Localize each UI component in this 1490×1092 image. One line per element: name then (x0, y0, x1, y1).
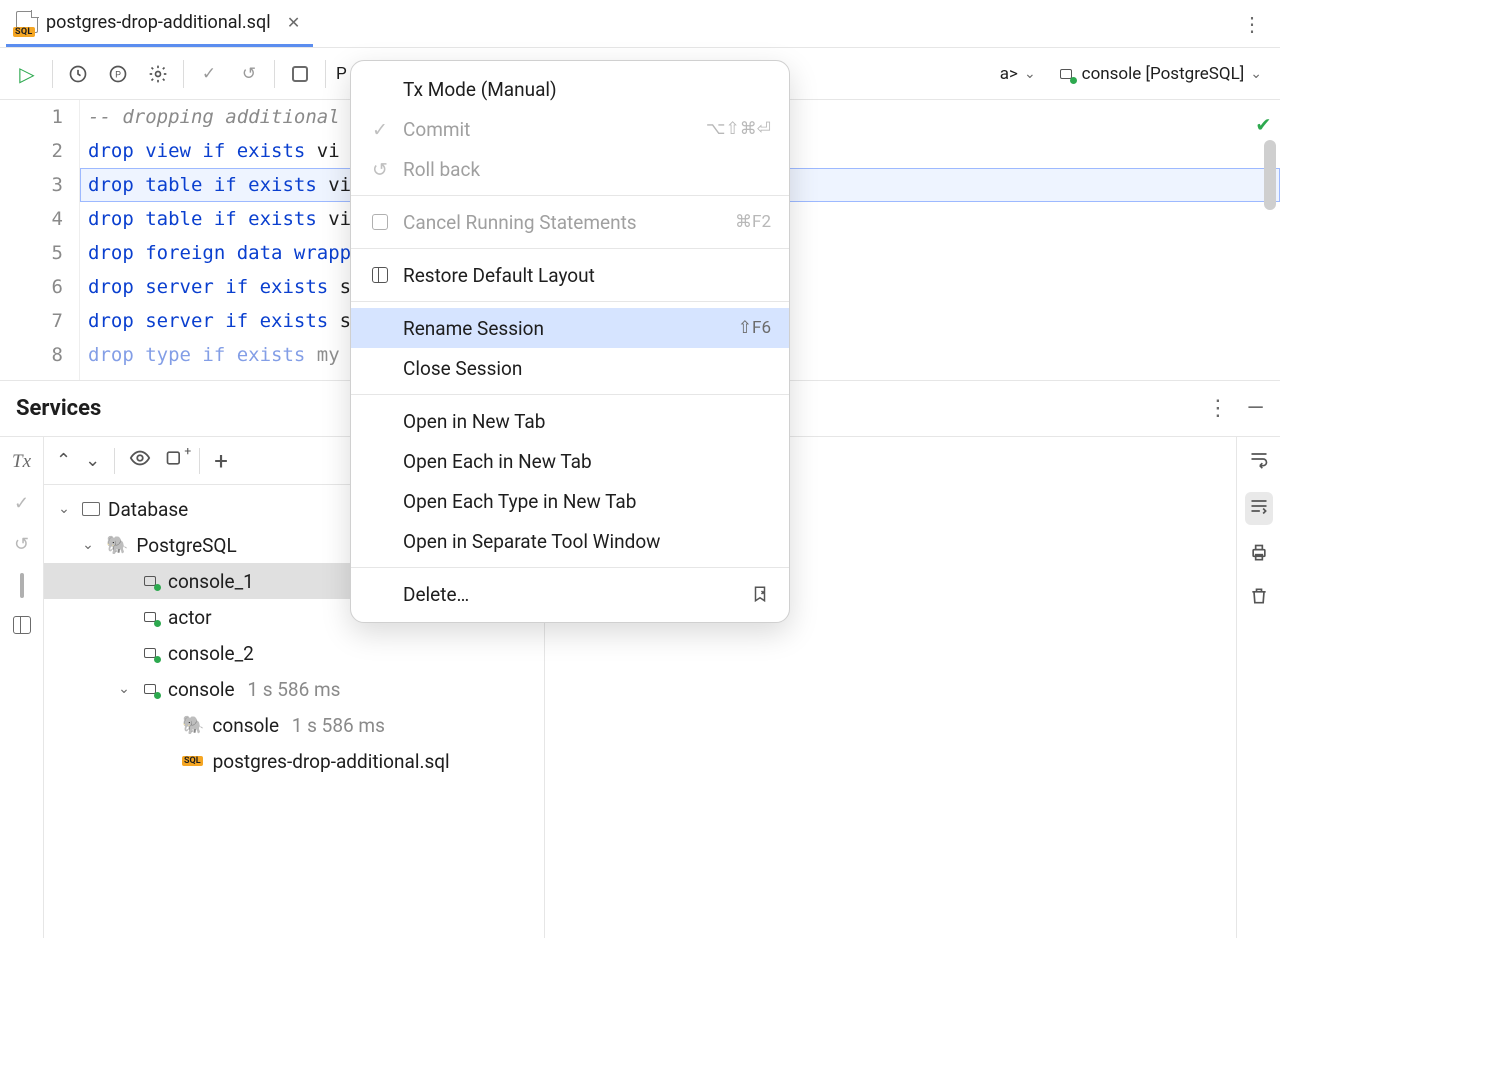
tx-mode-icon[interactable]: Tx (12, 451, 31, 473)
datasource-plug-icon (142, 680, 160, 698)
scroll-to-end-icon[interactable] (1245, 492, 1273, 525)
menu-restore-layout[interactable]: Restore Default Layout (351, 255, 789, 295)
soft-wrap-icon[interactable] (1249, 449, 1269, 474)
services-left-rail: Tx ✓ ↻ (0, 437, 44, 938)
services-options-icon[interactable]: ⋮ (1207, 396, 1229, 421)
settings-gear-icon[interactable] (143, 59, 173, 89)
clear-all-icon[interactable] (1249, 586, 1269, 611)
editor-scrollbar[interactable] (1264, 140, 1276, 210)
menu-open-separate-window[interactable]: Open in Separate Tool Window (351, 521, 789, 561)
stop-icon[interactable] (20, 575, 24, 596)
chevron-down-icon: ⌄ (1250, 66, 1262, 82)
stop-icon[interactable] (285, 59, 315, 89)
postgresql-icon: 🐘 (106, 535, 128, 556)
datasource-plug-icon (142, 644, 160, 662)
datasource-plug-icon (1058, 65, 1076, 83)
tab-filename: postgres-drop-additional.sql (46, 12, 271, 33)
menu-close-session[interactable]: Close Session (351, 348, 789, 388)
new-session-icon[interactable]: + (165, 448, 185, 473)
session-context-menu: Tx Mode (Manual) ✓Commit ⌥⇧⌘⏎ ↺Roll back… (350, 60, 790, 623)
svg-text:P: P (115, 70, 121, 80)
menu-open-new-tab[interactable]: Open in New Tab (351, 401, 789, 441)
history-icon[interactable] (63, 59, 93, 89)
expand-all-icon[interactable]: ⌃ (56, 450, 71, 471)
editor-gutter: 12345678 (0, 100, 80, 380)
schema-dropdown[interactable]: a> ⌄ (994, 64, 1042, 84)
layout-icon[interactable] (13, 616, 31, 634)
menu-open-each-new-tab[interactable]: Open Each in New Tab (351, 441, 789, 481)
commit-check-icon[interactable]: ✓ (194, 59, 224, 89)
close-tab-icon[interactable]: ✕ (285, 13, 303, 31)
playground-icon[interactable]: P (103, 59, 133, 89)
collapse-all-icon[interactable]: ⌄ (85, 450, 100, 471)
tree-row[interactable]: console_2 (44, 635, 544, 671)
editor-tab[interactable]: SQL postgres-drop-additional.sql ✕ (6, 0, 313, 47)
menu-open-each-type-new-tab[interactable]: Open Each Type in New Tab (351, 481, 789, 521)
inspection-ok-icon[interactable]: ✔ (1257, 108, 1270, 142)
services-hide-icon[interactable]: — (1247, 396, 1264, 421)
delete-bookmark-icon (749, 585, 771, 603)
menu-commit: ✓Commit ⌥⇧⌘⏎ (351, 109, 789, 149)
chevron-down-icon: ⌄ (1024, 66, 1036, 82)
rollback-undo-icon[interactable]: ↺ (234, 59, 264, 89)
menu-delete[interactable]: Delete… (351, 574, 789, 614)
console-session-dropdown[interactable]: console [PostgreSQL] ⌄ (1052, 64, 1268, 84)
run-icon[interactable]: ▷ (12, 59, 42, 89)
tree-row[interactable]: ⌄console 1 s 586 ms (44, 671, 544, 707)
sql-file-icon: SQL (182, 756, 203, 766)
menu-rollback: ↺Roll back (351, 149, 789, 189)
editor-tabbar: SQL postgres-drop-additional.sql ✕ ⋮ (0, 0, 1280, 48)
sql-file-icon: SQL (16, 11, 38, 33)
folder-icon (82, 502, 100, 516)
postgresql-icon: 🐘 (182, 715, 204, 736)
menu-cancel-running: Cancel Running Statements ⌘F2 (351, 202, 789, 242)
show-hidden-icon[interactable] (129, 447, 151, 474)
print-icon[interactable] (1249, 543, 1269, 568)
commit-icon[interactable]: ✓ (14, 493, 29, 514)
datasource-plug-icon (142, 608, 160, 626)
tab-overflow-menu-icon[interactable]: ⋮ (1238, 10, 1266, 38)
services-title: Services (16, 396, 101, 421)
rollback-icon[interactable]: ↻ (14, 534, 29, 555)
add-icon[interactable]: + (214, 447, 228, 475)
tree-row[interactable]: SQLpostgres-drop-additional.sql (44, 743, 544, 779)
menu-rename-session[interactable]: Rename Session ⇧F6 (351, 308, 789, 348)
menu-tx-mode[interactable]: Tx Mode (Manual) (351, 69, 789, 109)
services-right-rail (1236, 437, 1280, 938)
datasource-plug-icon (142, 572, 160, 590)
tree-row[interactable]: 🐘console 1 s 586 ms (44, 707, 544, 743)
